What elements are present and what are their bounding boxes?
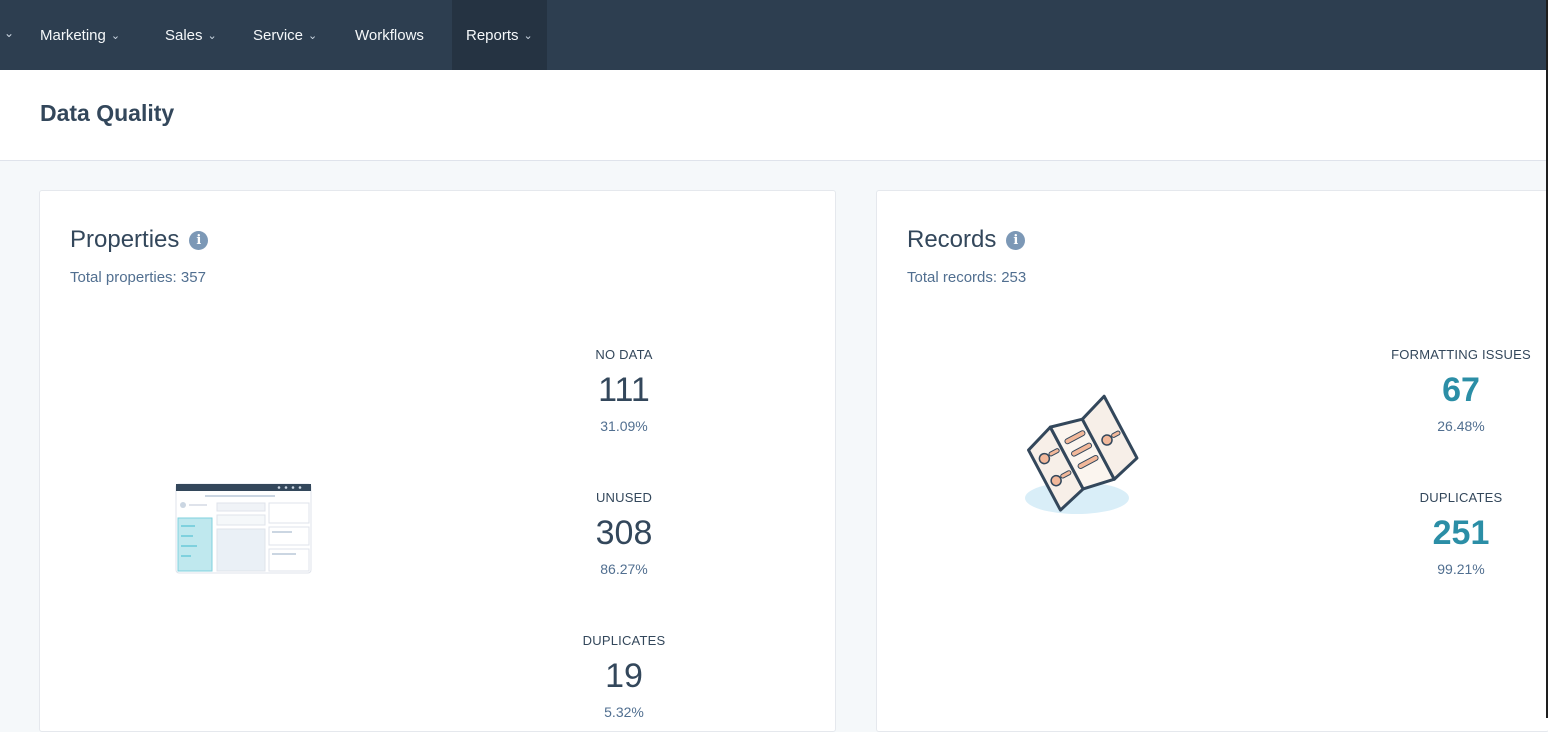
records-card: Records i Total records: 253 FORMATTING … <box>876 190 1548 732</box>
stat-duplicates: DUPLICATES 251 99.21% <box>1361 490 1548 577</box>
info-icon[interactable]: i <box>1006 230 1026 250</box>
stat-label: DUPLICATES <box>582 633 666 648</box>
chevron-down-icon[interactable]: ⌄ <box>4 26 14 40</box>
nav-item-label: Service <box>253 26 304 44</box>
stat-duplicates: DUPLICATES 19 5.32% <box>524 633 724 720</box>
properties-total: Total properties: 357 <box>70 269 206 286</box>
nav-item-sales[interactable]: Sales ⌄ <box>165 0 217 70</box>
page-title: Data Quality <box>40 100 175 126</box>
nav-item-label: Sales <box>165 26 203 44</box>
stat-label: NO DATA <box>595 347 653 362</box>
nav-item-service[interactable]: Service ⌄ <box>253 0 317 70</box>
stat-label: FORMATTING ISSUES <box>1391 347 1531 362</box>
stat-percent: 86.27% <box>600 561 648 577</box>
chevron-down-icon: ⌄ <box>308 29 318 42</box>
properties-card: Properties i Total properties: 357 NO DA… <box>39 190 836 732</box>
nav-item-label: Marketing <box>40 26 106 44</box>
properties-title: Properties i <box>70 226 209 254</box>
stat-formatting-issues: FORMATTING ISSUES 67 26.48% <box>1361 347 1548 434</box>
page-header: Data Quality <box>0 70 1548 161</box>
properties-illustration <box>175 483 312 574</box>
nav-item-workflows[interactable]: Workflows <box>355 0 424 70</box>
stat-percent: 99.21% <box>1437 561 1485 577</box>
top-navigation: ⌄ Marketing ⌄ Sales ⌄ Service ⌄ Workflow… <box>0 0 1548 71</box>
nav-item-marketing[interactable]: Marketing ⌄ <box>40 0 120 70</box>
chevron-down-icon: ⌄ <box>110 29 121 42</box>
nav-item-label: Workflows <box>355 26 424 44</box>
card-title-text: Records <box>907 226 997 253</box>
records-illustration <box>1025 394 1139 514</box>
stat-label: DUPLICATES <box>1419 490 1503 505</box>
stat-value[interactable]: 67 <box>1361 370 1548 410</box>
stat-value: 111 <box>598 371 650 409</box>
info-icon[interactable]: i <box>189 230 209 250</box>
nav-item-reports[interactable]: Reports ⌄ <box>452 0 547 70</box>
stat-label: UNUSED <box>595 490 653 505</box>
stat-percent: 31.09% <box>600 418 648 434</box>
records-title: Records i <box>907 226 1026 254</box>
stat-percent: 26.48% <box>1437 418 1485 434</box>
stat-value: 308 <box>595 514 653 552</box>
card-title-text: Properties <box>70 226 180 253</box>
records-total: Total records: 253 <box>907 269 1027 286</box>
stat-value[interactable]: 251 <box>1361 513 1548 553</box>
nav-item-label: Reports <box>466 26 519 44</box>
stat-no-data: NO DATA 111 31.09% <box>524 347 724 434</box>
chevron-down-icon: ⌄ <box>207 29 217 42</box>
chevron-down-icon: ⌄ <box>523 29 533 42</box>
stat-value: 19 <box>605 657 643 695</box>
stat-unused: UNUSED 308 86.27% <box>524 490 724 577</box>
